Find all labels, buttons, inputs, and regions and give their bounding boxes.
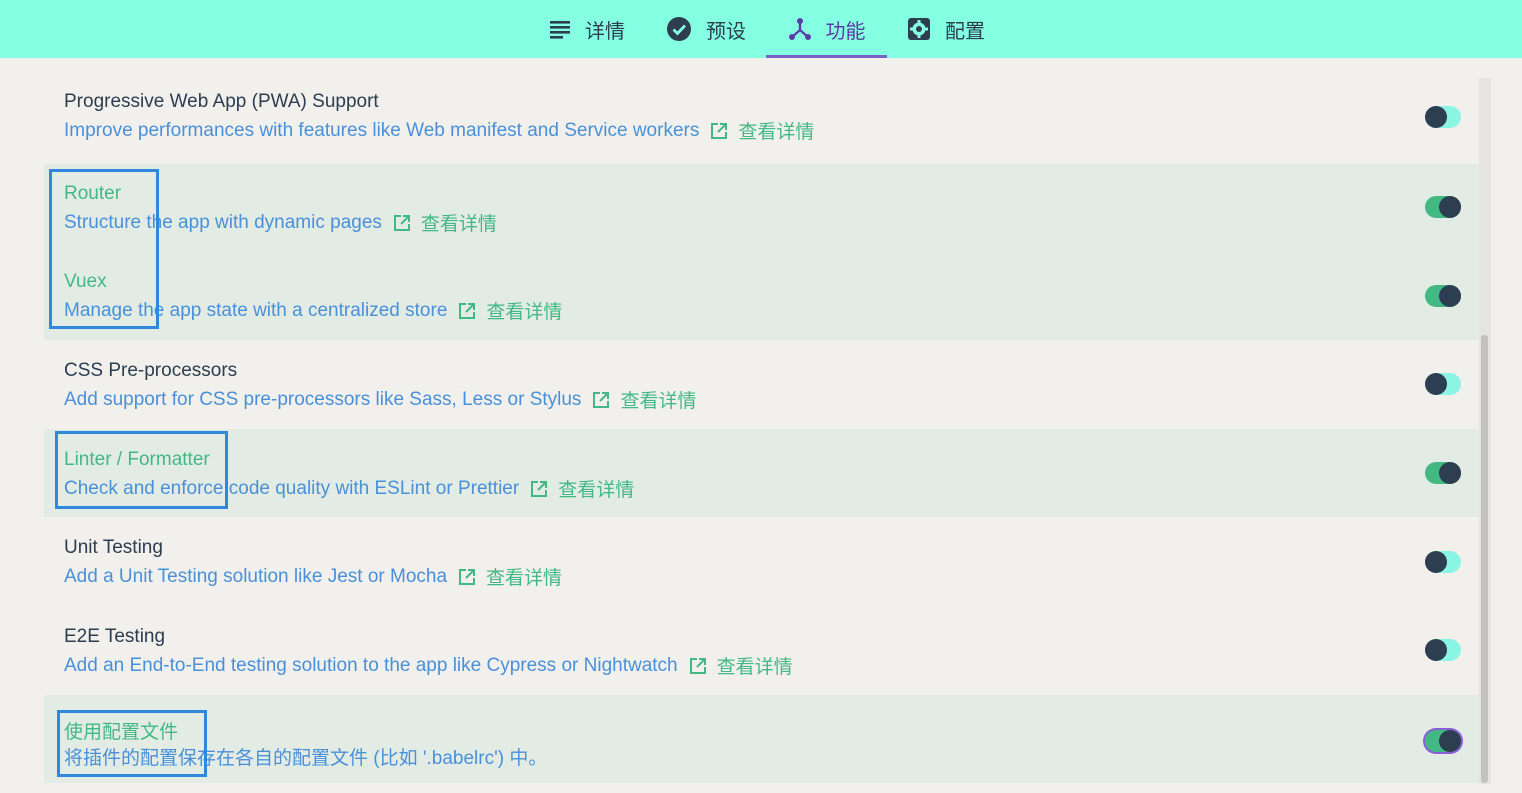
feature-description: Check and enforce code quality with ESLi… [64, 475, 634, 502]
feature-row-router: Router Structure the app with dynamic pa… [44, 164, 1479, 252]
feature-toggle[interactable] [1425, 285, 1461, 307]
feature-row-linter: Linter / Formatter Check and enforce cod… [44, 429, 1479, 517]
toggle-knob [1439, 730, 1461, 752]
tab-features[interactable]: 功能 [766, 0, 887, 58]
feature-name: CSS Pre-processors [64, 360, 238, 381]
tab-presets[interactable]: 预设 [646, 0, 766, 58]
feature-toggle[interactable] [1425, 730, 1461, 752]
more-info-link[interactable]: 查看详情 [620, 386, 696, 413]
feature-row-pwa: Progressive Web App (PWA) Support Improv… [44, 57, 1479, 146]
feature-list: Progressive Web App (PWA) Support Improv… [0, 58, 1522, 793]
external-link-icon[interactable] [710, 122, 728, 140]
feature-toggle[interactable] [1425, 106, 1461, 128]
toggle-knob [1425, 551, 1447, 573]
feature-toggle[interactable] [1425, 639, 1461, 661]
external-link-icon[interactable] [592, 391, 610, 409]
toggle-knob [1439, 462, 1461, 484]
feature-name: E2E Testing [64, 626, 166, 647]
list-icon [549, 19, 571, 39]
toggle-knob [1425, 106, 1447, 128]
toggle-knob [1439, 196, 1461, 218]
feature-name: Linter / Formatter [64, 449, 210, 470]
external-link-icon[interactable] [458, 302, 476, 320]
top-nav-bar: 详情 预设 功能 配置 [0, 0, 1522, 58]
feature-row-vuex: Vuex Manage the app state with a central… [44, 252, 1479, 340]
feature-description: Manage the app state with a centralized … [64, 297, 562, 324]
feature-description: Add an End-to-End testing solution to th… [64, 652, 793, 679]
more-info-link[interactable]: 查看详情 [738, 117, 814, 144]
feature-name: Unit Testing [64, 537, 163, 558]
feature-name: 使用配置文件 [64, 722, 179, 743]
feature-name: Progressive Web App (PWA) Support [64, 91, 379, 112]
feature-description: Add support for CSS pre-processors like … [64, 386, 696, 413]
external-link-icon[interactable] [393, 214, 411, 232]
tab-label: 配置 [945, 20, 985, 43]
check-circle-icon [666, 16, 692, 42]
external-link-icon[interactable] [530, 480, 548, 498]
tab-config[interactable]: 配置 [887, 0, 1005, 58]
feature-row-css-preprocessors: CSS Pre-processors Add support for CSS p… [44, 340, 1479, 429]
feature-row-unit-testing: Unit Testing Add a Unit Testing solution… [44, 517, 1479, 606]
more-info-link[interactable]: 查看详情 [717, 652, 793, 679]
feature-description-text: Manage the app state with a centralized … [64, 299, 448, 321]
gear-icon [907, 17, 931, 41]
feature-description-text: Check and enforce code quality with ESLi… [64, 477, 520, 499]
more-info-link[interactable]: 查看详情 [486, 563, 562, 590]
external-link-icon[interactable] [458, 568, 476, 586]
feature-description-text: Add a Unit Testing solution like Jest or… [64, 565, 448, 587]
more-info-link[interactable]: 查看详情 [558, 475, 634, 502]
tab-details[interactable]: 详情 [528, 0, 646, 58]
feature-description-text: Add an End-to-End testing solution to th… [64, 654, 678, 676]
feature-description: Add a Unit Testing solution like Jest or… [64, 563, 562, 590]
tab-bar: 详情 预设 功能 配置 [528, 0, 1005, 58]
feature-description-text: 将插件的配置保存在各自的配置文件 (比如 '.babelrc') 中。 [64, 748, 548, 769]
toggle-knob [1439, 285, 1461, 307]
feature-toggle[interactable] [1425, 373, 1461, 395]
feature-row-e2e-testing: E2E Testing Add an End-to-End testing so… [44, 606, 1479, 695]
tab-label: 功能 [825, 20, 866, 43]
feature-description-text: Improve performances with features like … [64, 119, 700, 141]
feature-toggle[interactable] [1425, 196, 1461, 218]
feature-name: Vuex [64, 271, 107, 292]
feature-description-text: Add support for CSS pre-processors like … [64, 388, 582, 410]
feature-name: Router [64, 183, 122, 204]
fork-icon [788, 17, 812, 41]
feature-row-config-files: 使用配置文件 将插件的配置保存在各自的配置文件 (比如 '.babelrc') … [44, 695, 1479, 783]
feature-description: 将插件的配置保存在各自的配置文件 (比如 '.babelrc') 中。 [64, 743, 547, 770]
external-link-icon[interactable] [689, 657, 707, 675]
tab-label: 预设 [706, 20, 746, 43]
tab-label: 详情 [585, 20, 625, 43]
more-info-link[interactable]: 查看详情 [421, 209, 497, 236]
feature-description: Structure the app with dynamic pages 查看详… [64, 209, 497, 236]
scrollbar-thumb[interactable] [1481, 335, 1488, 783]
toggle-knob [1425, 639, 1447, 661]
toggle-knob [1425, 373, 1447, 395]
feature-toggle[interactable] [1425, 462, 1461, 484]
more-info-link[interactable]: 查看详情 [486, 297, 562, 324]
feature-description: Improve performances with features like … [64, 117, 814, 144]
feature-description-text: Structure the app with dynamic pages [64, 211, 382, 233]
feature-toggle[interactable] [1425, 551, 1461, 573]
